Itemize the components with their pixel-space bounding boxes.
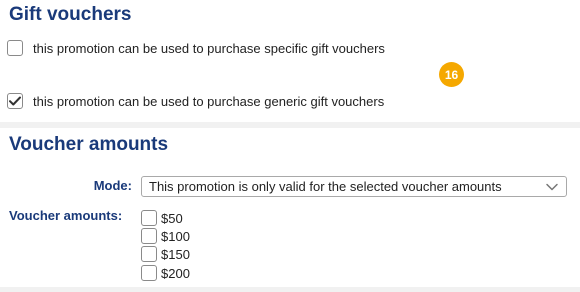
mode-select-value: This promotion is only valid for the sel… xyxy=(149,179,502,194)
amount-option-200[interactable]: $200 xyxy=(141,264,190,282)
amount-50-label: $50 xyxy=(161,210,183,226)
gift-vouchers-heading: Gift vouchers xyxy=(9,4,132,25)
amount-50-checkbox[interactable] xyxy=(141,210,157,226)
amount-100-label: $100 xyxy=(161,228,190,244)
amount-150-checkbox[interactable] xyxy=(141,246,157,262)
promotion-settings-page: Gift vouchers this promotion can be used… xyxy=(0,0,580,292)
chevron-down-icon xyxy=(546,183,558,191)
generic-vouchers-checkbox[interactable] xyxy=(7,93,23,109)
amount-150-label: $150 xyxy=(161,246,190,262)
section-divider xyxy=(0,122,580,128)
specific-vouchers-option[interactable]: this promotion can be used to purchase s… xyxy=(7,38,385,58)
voucher-amounts-heading: Voucher amounts xyxy=(9,134,169,155)
amount-option-150[interactable]: $150 xyxy=(141,245,190,263)
amount-option-100[interactable]: $100 xyxy=(141,227,190,245)
checkmark-icon xyxy=(9,96,21,106)
gift-vouchers-section: Gift vouchers this promotion can be used… xyxy=(0,0,580,122)
bottom-divider xyxy=(0,287,580,292)
voucher-amounts-label: Voucher amounts: xyxy=(9,208,123,223)
generic-vouchers-option[interactable]: this promotion can be used to purchase g… xyxy=(7,91,384,111)
mode-label: Mode: xyxy=(93,178,132,193)
amount-200-label: $200 xyxy=(161,265,190,281)
amount-option-50[interactable]: $50 xyxy=(141,209,183,227)
generic-vouchers-label: this promotion can be used to purchase g… xyxy=(33,93,385,109)
mode-select[interactable]: This promotion is only valid for the sel… xyxy=(141,176,567,197)
amount-200-checkbox[interactable] xyxy=(141,265,157,281)
step-number-badge: 16 xyxy=(439,62,464,87)
amount-100-checkbox[interactable] xyxy=(141,228,157,244)
specific-vouchers-checkbox[interactable] xyxy=(7,40,23,56)
specific-vouchers-label: this promotion can be used to purchase s… xyxy=(33,40,385,56)
